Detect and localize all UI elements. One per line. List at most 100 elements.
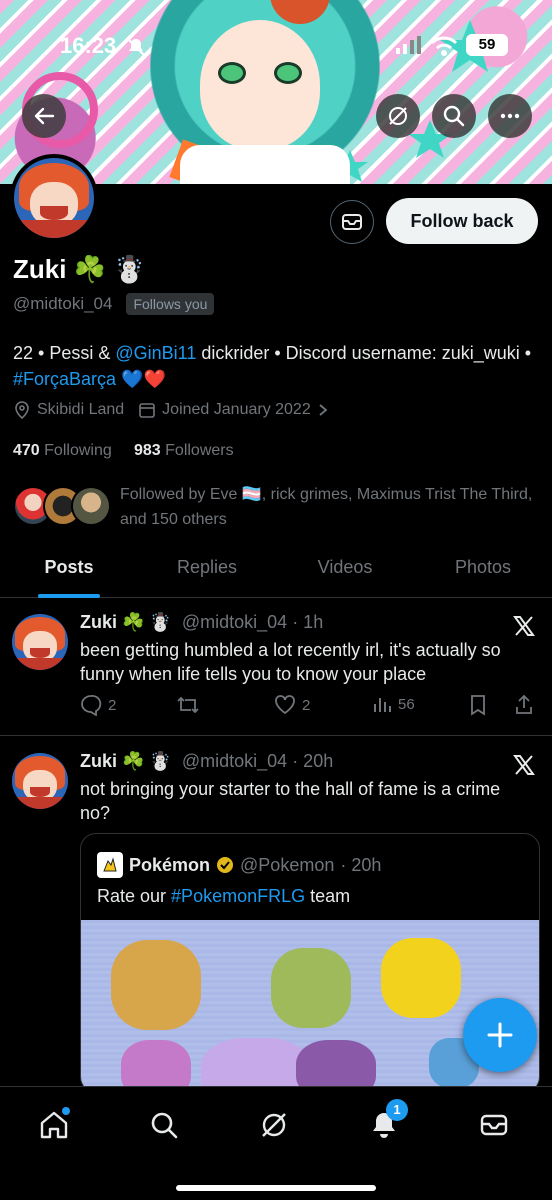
tweet-header: Zuki ☘️ ☃️ @midtoki_04 · 1h [80,612,323,633]
banner-eye-right [274,62,302,84]
bio-mention-link[interactable]: @GinBi11 [115,343,196,363]
tab-posts[interactable]: Posts [0,548,138,597]
mute-bell-icon [127,38,145,56]
grok-button[interactable] [376,94,420,138]
like-button[interactable]: 2 [274,694,310,716]
tab-videos[interactable]: Videos [276,548,414,597]
more-options-button[interactable] [488,94,532,138]
nav-home[interactable] [34,1105,74,1145]
tweet-time: · 1h [292,612,324,632]
message-button[interactable] [330,200,374,244]
search-icon [151,1112,178,1139]
back-button[interactable] [22,94,66,138]
nav-notifications[interactable]: 1 [364,1099,408,1145]
profile-avatar[interactable] [10,154,98,242]
notification-badge: 1 [386,1099,408,1121]
views-button[interactable]: 56 [372,694,415,714]
share-button[interactable] [514,694,534,716]
more-horizontal-icon [500,113,520,119]
sprite [201,1038,311,1092]
following-link[interactable]: 470 Following [13,442,112,459]
bio-text: 22 • Pessi & [13,343,116,363]
tweet-author-name: Zuki ☘️ ☃️ [80,612,172,632]
display-name: Zuki ☘️ ☃️ [13,254,146,284]
profile-tabs: Posts Replies Videos Photos [0,548,552,598]
quote-header: Pokémon @Pokemon · 20h [97,852,381,878]
followers-link[interactable]: 983 Followers [134,442,234,459]
wifi-icon [430,36,458,56]
quote-author-name: Pokémon [129,854,211,875]
joined-date: Joined January 2022 [162,401,311,418]
handle-row: @midtoki_04 Follows you [13,293,215,315]
tweet[interactable]: Zuki ☘️ ☃️ @midtoki_04 · 1h been getting… [0,598,552,736]
bio-emoji: 💙❤️ [116,369,166,389]
follower-avatar [71,486,111,526]
profile-bio: 22 • Pessi & @GinBi11 dickrider • Discor… [13,340,533,392]
chevron-right-icon[interactable] [317,403,329,417]
verified-badge-icon [217,857,234,873]
tab-replies[interactable]: Replies [138,548,276,597]
follow-counts: 470 Following 983 Followers [13,442,234,460]
quote-hashtag-link[interactable]: #PokemonFRLG [171,886,305,906]
tab-photos[interactable]: Photos [414,548,552,597]
grok-icon [389,107,407,125]
avatar-image [14,158,94,238]
grok-icon [262,1113,286,1137]
pokemon-avatar [97,852,123,878]
quote-text: Rate our #PokemonFRLG team [97,886,351,906]
quote-media-image[interactable] [81,920,539,1092]
followed-by-text: Followed by Eve 🏳️‍⚧️, rick grimes, Maxi… [120,486,533,528]
banner-eye-left [218,62,246,84]
retweet-button[interactable] [176,694,200,716]
tweet-author-handle: @midtoki_04 [181,751,288,771]
tweet-avatar[interactable] [12,614,68,670]
tweet-time: · 20h [292,751,334,771]
home-indicator [176,1185,376,1191]
pidgeot-sprite [111,940,201,1030]
profile-handle: @midtoki_04 [13,294,113,313]
nav-grok[interactable] [254,1105,294,1145]
battery-indicator: 59 [466,34,508,56]
location-pin-icon [15,401,29,419]
x-logo-icon [513,616,535,636]
nav-messages[interactable] [474,1105,514,1145]
retweet-icon [177,696,199,714]
tweet-author-name: Zuki ☘️ ☃️ [80,751,172,771]
bio-hashtag-link[interactable]: #ForçaBarça [13,369,116,389]
home-unread-dot [62,1107,70,1115]
envelope-icon [480,1114,508,1136]
tweet-text: not bringing your starter to the hall of… [80,779,501,823]
compose-post-button[interactable] [463,998,537,1072]
tweet-avatar[interactable] [12,753,68,809]
status-bar: 16:23 59 [0,30,552,62]
x-logo-icon [513,755,535,775]
envelope-icon [342,214,362,230]
tweet-header: Zuki ☘️ ☃️ @midtoki_04 · 20h [80,751,333,772]
nav-search[interactable] [144,1105,184,1145]
follow-back-button[interactable]: Follow back [386,198,538,244]
zapdos-sprite [381,938,461,1018]
omastar-sprite [271,948,351,1028]
reply-button[interactable]: 2 [80,694,116,716]
search-icon [443,105,465,127]
bottom-navigation: 1 [0,1086,552,1200]
quote-time: · 20h [340,854,382,875]
arrow-left-icon [34,107,55,125]
tweet-text: been getting humbled a lot recently irl,… [80,640,501,684]
reply-icon [81,695,102,716]
profile-banner[interactable] [0,0,552,184]
tweet-author-handle: @midtoki_04 [181,612,288,632]
bookmark-icon [471,695,485,716]
quote-author-handle: @Pokemon [240,854,335,875]
share-icon [516,694,532,714]
follows-you-badge: Follows you [126,293,215,315]
bio-text-2: dickrider • Discord username: zuki_wuki … [196,343,532,363]
search-button[interactable] [432,94,476,138]
bookmark-button[interactable] [468,694,488,716]
banner-shirt [180,145,350,184]
followed-by-row[interactable]: Followed by Eve 🏳️‍⚧️, rick grimes, Maxi… [13,480,543,536]
plus-icon [487,1022,513,1048]
cellular-signal-icon [396,36,421,54]
status-time: 16:23 [60,33,117,58]
calendar-icon [139,403,155,418]
